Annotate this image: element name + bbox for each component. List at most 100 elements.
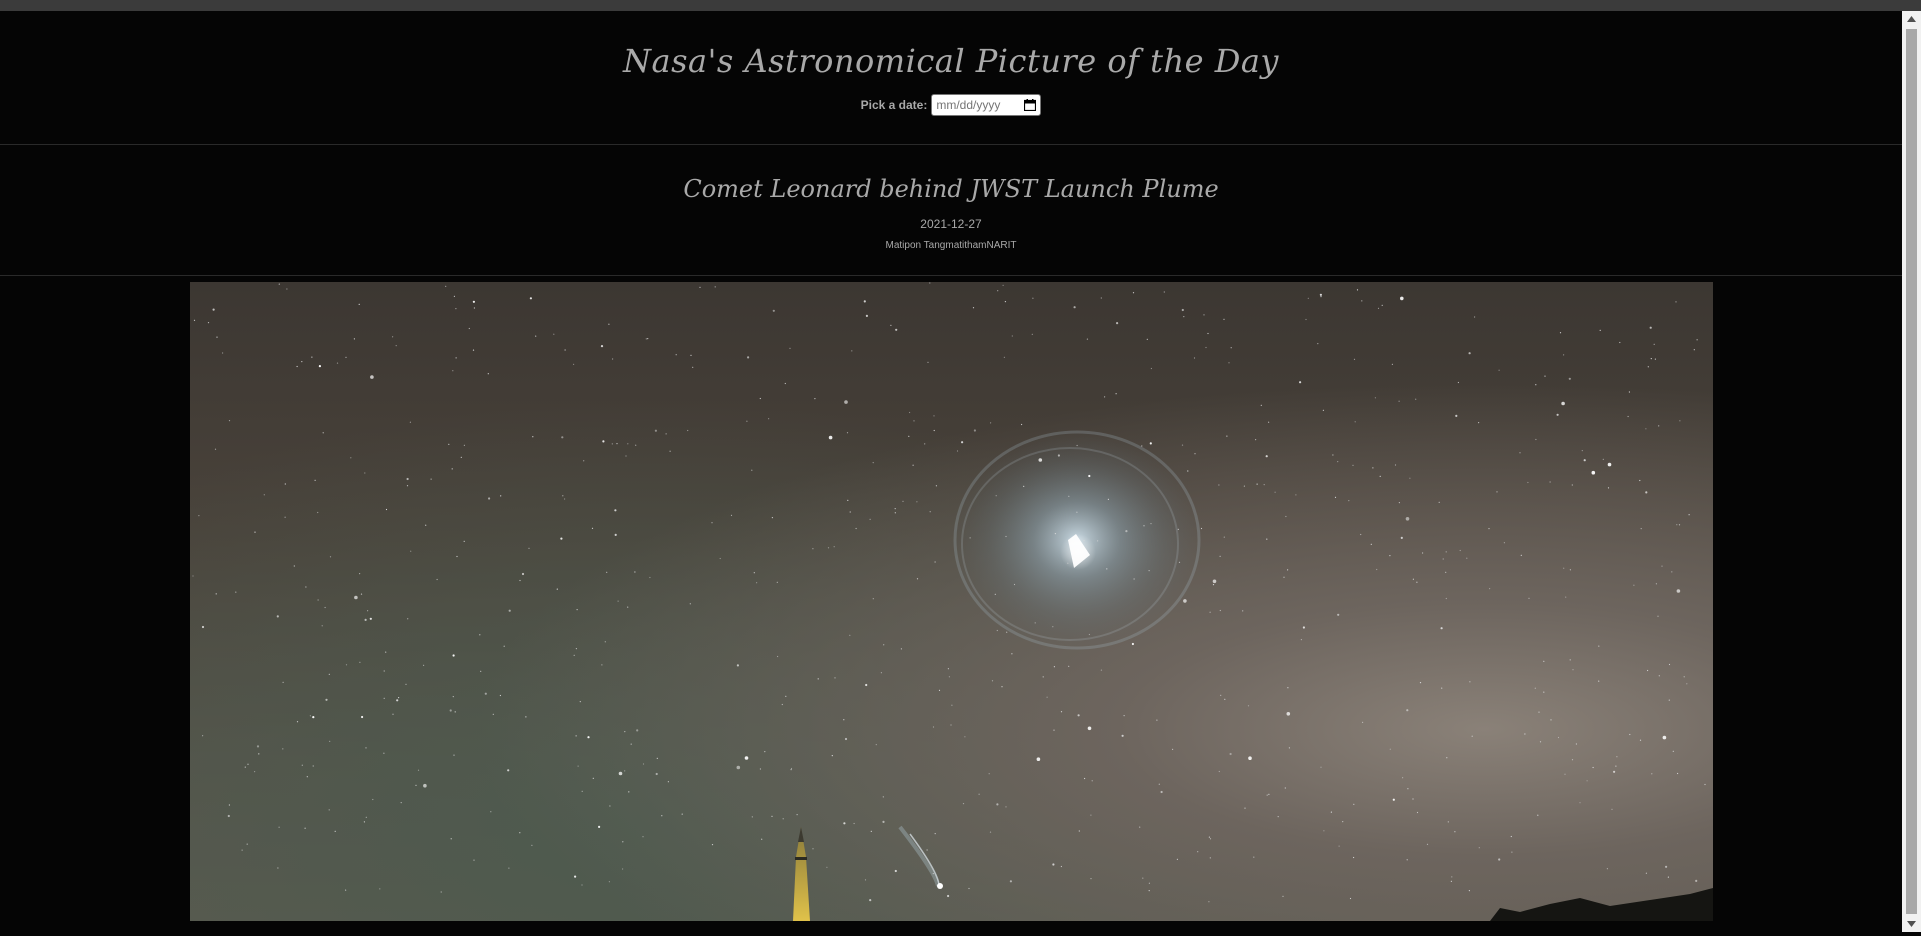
star [634,571,636,573]
star [681,813,683,815]
star [277,867,279,869]
star [608,323,610,325]
star [1349,897,1352,900]
star [1054,533,1056,535]
star [282,681,284,683]
star [227,814,230,818]
star [1628,391,1630,393]
star [894,508,896,510]
star [577,765,579,767]
star [1300,639,1302,641]
star [1616,756,1618,758]
star [1409,477,1411,479]
star [1498,858,1501,861]
star [902,500,904,502]
star [1679,420,1681,422]
star [1150,523,1152,525]
star [361,715,364,719]
star [600,345,604,348]
date-input[interactable]: mm/dd/yyyy [931,94,1042,116]
star [995,495,997,497]
star [1021,423,1023,426]
star [1615,765,1617,767]
star [1228,362,1230,364]
star [304,827,306,829]
star [790,769,792,771]
star [771,815,773,817]
star [1088,474,1091,478]
star [1468,352,1471,355]
star [1295,494,1297,496]
scrollbar[interactable] [1902,11,1921,932]
scrollbar-thumb[interactable] [1906,29,1917,914]
star [913,420,915,422]
star [635,444,637,446]
scroll-down-arrow-icon[interactable] [1902,915,1921,932]
star [744,756,749,760]
star [916,578,919,580]
star [1220,694,1222,696]
star [1389,555,1391,557]
date-picker-row: Pick a date: mm/dd/yyyy [0,94,1902,116]
star [1511,851,1513,853]
star [1274,491,1276,493]
star [690,354,692,356]
scroll-up-arrow-icon[interactable] [1902,11,1921,28]
star [1693,349,1695,351]
star [1619,341,1621,344]
star [359,661,361,663]
star [453,754,455,756]
star [385,651,387,653]
star [576,609,578,611]
star [423,664,425,666]
star [654,429,657,432]
star [372,798,374,801]
apod-image [190,282,1713,921]
star [796,814,798,816]
star [1389,748,1391,750]
star [602,440,605,443]
star [395,345,397,347]
star [961,441,964,444]
star [201,625,205,629]
star [430,478,432,480]
star [1330,811,1332,813]
star [365,816,367,818]
star [1678,524,1681,526]
star [719,557,721,560]
star [827,547,830,549]
star [1561,401,1565,406]
star [883,644,885,646]
star [1142,877,1144,879]
star [329,556,332,558]
star [525,716,527,718]
star [445,285,447,287]
star [1287,687,1289,689]
star [933,415,935,417]
star [642,763,645,765]
star [1177,528,1179,530]
star [1125,530,1128,533]
star [912,464,914,466]
star [360,593,363,595]
star [353,338,355,340]
star [254,771,256,773]
star [1629,733,1631,736]
star [365,747,367,749]
star [1229,752,1232,756]
star [282,748,284,750]
star [1474,316,1476,318]
star [1183,316,1185,318]
star [1633,584,1635,586]
star [1394,464,1397,466]
star [1031,333,1033,335]
star [1402,777,1404,779]
star [473,859,475,861]
star [846,432,849,434]
star [1581,450,1583,452]
star [276,615,279,618]
star [764,751,766,753]
star [1412,578,1414,580]
calendar-icon[interactable] [1024,99,1037,111]
star [1455,414,1458,417]
